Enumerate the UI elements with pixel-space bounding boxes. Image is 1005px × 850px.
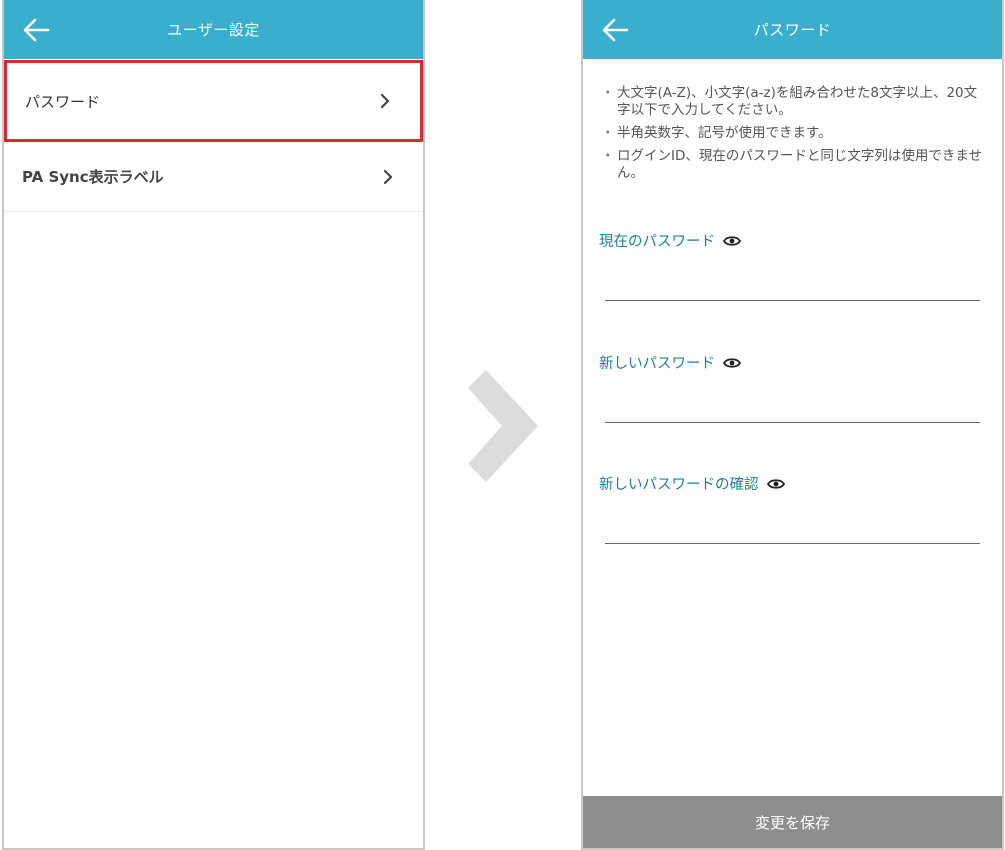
input-underline [605, 422, 980, 423]
current-password-field: 現在のパスワード [599, 230, 980, 302]
chevron-right-icon [383, 169, 393, 184]
input-underline [605, 543, 980, 544]
page-title: ユーザー設定 [167, 21, 260, 39]
confirm-password-field: 新しいパスワードの確認 [599, 473, 980, 545]
field-label: 新しいパスワードの確認 [599, 477, 759, 493]
new-password-input[interactable] [605, 394, 980, 420]
password-rules: ・ 大文字(A-Z)、小文字(a-z)を組み合わせた8文字以上、20文字以下で入… [583, 59, 1002, 182]
input-underline [605, 300, 980, 301]
arrow-left-icon[interactable] [22, 17, 50, 43]
settings-item-password[interactable]: パスワード [4, 60, 423, 142]
chevron-right-icon [468, 370, 538, 482]
field-label: 新しいパスワード [599, 356, 715, 372]
settings-item-pa-sync-label[interactable]: PA Sync表示ラベル [4, 142, 423, 212]
app-bar: ユーザー設定 [4, 0, 423, 59]
eye-icon[interactable] [723, 357, 741, 369]
app-bar: パスワード [583, 0, 1002, 59]
save-changes-button[interactable]: 変更を保存 [583, 796, 1002, 848]
user-settings-screen: ユーザー設定 パスワード PA Sync表示ラベル [2, 0, 425, 850]
new-password-field: 新しいパスワード [599, 352, 980, 424]
field-label: 現在のパスワード [599, 234, 715, 250]
settings-item-label: パスワード [25, 92, 101, 111]
settings-item-label: PA Sync表示ラベル [22, 168, 164, 186]
password-screen: パスワード ・ 大文字(A-Z)、小文字(a-z)を組み合わせた8文字以上、20… [581, 0, 1004, 850]
rule-item: ・ 大文字(A-Z)、小文字(a-z)を組み合わせた8文字以上、20文字以下で入… [601, 85, 978, 118]
current-password-input[interactable] [605, 272, 980, 298]
arrow-left-icon[interactable] [601, 17, 629, 43]
rule-item: ・ 半角英数字、記号が使用できます。 [601, 125, 832, 141]
eye-icon[interactable] [723, 235, 741, 247]
rule-item: ・ ログインID、現在のパスワードと同じ文字列は使用できません。 [601, 148, 982, 181]
confirm-password-input[interactable] [605, 515, 980, 541]
chevron-right-icon [380, 93, 390, 109]
page-title: パスワード [753, 21, 832, 39]
eye-icon[interactable] [766, 478, 785, 490]
